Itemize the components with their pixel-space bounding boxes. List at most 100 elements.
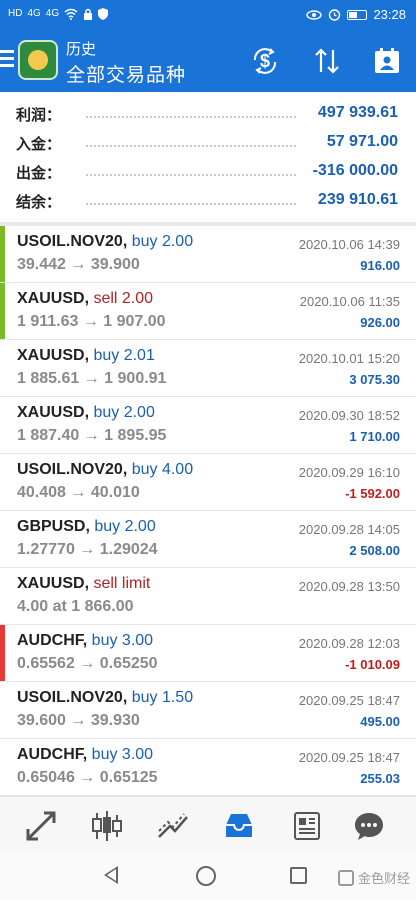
trade-prices: 1 885.61 → 1 900.91 xyxy=(17,370,167,387)
trade-side: buy 2.01 xyxy=(93,347,155,364)
summary-row-deposit: 入金： 57 971.00 xyxy=(0,129,416,158)
trade-title: XAUUSD, buy 2.01 xyxy=(17,347,155,364)
trend-chart-icon[interactable] xyxy=(156,809,190,843)
trade-row[interactable]: XAUUSD, buy 2.00 1 887.40 → 1 895.95 202… xyxy=(0,397,416,454)
row-marker xyxy=(0,340,5,396)
page-subtitle: 历史 xyxy=(66,41,97,58)
trade-title: AUDCHF, buy 3.00 xyxy=(17,632,154,649)
status-right: 23:28 xyxy=(306,7,406,22)
row-marker xyxy=(0,397,5,453)
trade-profit: -1 010.09 xyxy=(345,657,400,672)
history-inbox-icon[interactable] xyxy=(222,809,256,843)
trade-symbol: XAUUSD xyxy=(17,290,85,307)
status-time: 23:28 xyxy=(373,7,406,22)
summary-label: 入金： xyxy=(16,136,62,153)
trade-row[interactable]: USOIL.NOV20, buy 2.00 39.442 → 39.900 20… xyxy=(0,226,416,283)
trade-profit: 1 710.00 xyxy=(349,429,400,444)
trade-title: USOIL.NOV20, buy 4.00 xyxy=(17,461,194,478)
row-marker xyxy=(0,511,5,567)
summary-label: 利润： xyxy=(16,107,62,124)
quotes-arrows-icon[interactable] xyxy=(24,809,58,843)
currency-exchange-icon[interactable]: $ xyxy=(250,46,280,76)
trade-profit: 255.03 xyxy=(360,771,400,786)
trade-history-list[interactable]: USOIL.NOV20, buy 2.00 39.442 → 39.900 20… xyxy=(0,226,416,796)
summary-label: 结余： xyxy=(16,194,62,211)
app-bar: 历史 全部交易品种 $ xyxy=(0,30,416,92)
row-marker xyxy=(0,625,5,681)
eye-icon xyxy=(306,9,323,20)
hd-icon: HD xyxy=(8,8,23,19)
watermark-text: 金色财经 xyxy=(357,871,410,886)
news-icon[interactable] xyxy=(290,809,324,843)
trade-row[interactable]: XAUUSD, sell limit 4.00 at 1 866.00 2020… xyxy=(0,568,416,625)
trade-row[interactable]: GBPUSD, buy 2.00 1.27770 → 1.29024 2020.… xyxy=(0,511,416,568)
trade-row[interactable]: AUDCHF, buy 3.00 0.65046 → 0.65125 2020.… xyxy=(0,739,416,796)
trade-symbol: AUDCHF xyxy=(17,632,83,649)
dotted-leader xyxy=(86,116,296,118)
trade-title: XAUUSD, sell 2.00 xyxy=(17,290,154,307)
trade-side: sell 2.00 xyxy=(93,290,154,307)
trade-prices: 0.65046 → 0.65125 xyxy=(17,769,158,786)
watermark-logo-icon xyxy=(337,869,354,886)
trade-row[interactable]: XAUUSD, sell 2.00 1 911.63 → 1 907.00 20… xyxy=(0,283,416,340)
row-marker xyxy=(0,739,5,795)
trade-prices: 39.442 → 39.900 xyxy=(17,256,140,273)
trade-row[interactable]: XAUUSD, buy 2.01 1 885.61 → 1 900.91 202… xyxy=(0,340,416,397)
chat-icon[interactable] xyxy=(352,809,386,843)
trade-prices: 1.27770 → 1.29024 xyxy=(17,541,158,558)
summary-value: 57 971.00 xyxy=(326,133,398,150)
summary-row-withdrawal: 出金： -316 000.00 xyxy=(0,158,416,187)
home-button[interactable] xyxy=(196,866,216,886)
trade-time: 2020.10.01 15:20 xyxy=(298,351,400,366)
row-marker xyxy=(0,682,5,738)
signal-icon: 4G xyxy=(27,8,41,19)
status-bar: HD 4G 4G 23:28 xyxy=(0,0,416,30)
trade-row[interactable]: USOIL.NOV20, buy 4.00 40.408 → 40.010 20… xyxy=(0,454,416,511)
trade-row[interactable]: USOIL.NOV20, buy 1.50 39.600 → 39.930 20… xyxy=(0,682,416,739)
trade-time: 2020.09.28 12:03 xyxy=(298,636,400,651)
trade-time: 2020.09.30 18:52 xyxy=(298,408,400,423)
trade-prices: 39.600 → 39.930 xyxy=(17,712,140,729)
trade-side: buy 1.50 xyxy=(131,689,194,706)
recent-apps-button[interactable] xyxy=(290,867,307,884)
signal-icon-2: 4G xyxy=(45,8,60,19)
trade-title: GBPUSD, buy 2.00 xyxy=(17,518,156,535)
trade-profit: -1 592.00 xyxy=(345,486,400,501)
status-left: HD 4G 4G xyxy=(8,8,109,20)
trade-row[interactable]: AUDCHF, buy 3.00 0.65562 → 0.65250 2020.… xyxy=(0,625,416,682)
trade-side: buy 3.00 xyxy=(91,632,154,649)
dotted-leader xyxy=(86,203,296,205)
watermark: 金色财经 xyxy=(337,868,410,887)
dotted-leader xyxy=(86,174,296,176)
trade-profit: 3 075.30 xyxy=(349,372,400,387)
calendar-person-icon[interactable] xyxy=(372,46,402,76)
row-marker xyxy=(0,283,5,339)
row-marker xyxy=(0,226,5,282)
trade-prices: 0.65562 → 0.65250 xyxy=(17,655,158,672)
trade-time: 2020.09.25 18:47 xyxy=(298,693,400,708)
trade-title: USOIL.NOV20, buy 2.00 xyxy=(17,233,194,250)
trade-side: buy 2.00 xyxy=(93,404,155,421)
candlestick-chart-icon[interactable] xyxy=(90,809,124,843)
trade-profit: 495.00 xyxy=(360,714,400,729)
trade-symbol: AUDCHF xyxy=(17,746,83,763)
alarm-icon xyxy=(329,9,341,21)
metatrader-logo xyxy=(18,40,58,80)
sort-icon[interactable] xyxy=(312,46,342,76)
trade-side: buy 2.00 xyxy=(131,233,194,250)
lock-icon xyxy=(84,8,93,20)
trade-side: buy 3.00 xyxy=(91,746,154,763)
trade-profit: 2 508.00 xyxy=(349,543,400,558)
back-button[interactable] xyxy=(104,866,118,884)
trade-prices: 4.00 at 1 866.00 xyxy=(17,598,134,615)
summary-value: -316 000.00 xyxy=(312,162,398,179)
summary-value: 239 910.61 xyxy=(317,191,398,208)
trade-symbol: USOIL.NOV20 xyxy=(17,233,123,250)
trade-time: 2020.09.28 14:05 xyxy=(298,522,400,537)
menu-icon[interactable] xyxy=(0,50,14,70)
page-title[interactable]: 全部交易品种 xyxy=(66,60,186,87)
bottom-navigation xyxy=(0,796,416,854)
trade-symbol: XAUUSD xyxy=(17,347,85,364)
dotted-leader xyxy=(86,145,296,147)
trade-prices: 1 911.63 → 1 907.00 xyxy=(17,313,166,330)
